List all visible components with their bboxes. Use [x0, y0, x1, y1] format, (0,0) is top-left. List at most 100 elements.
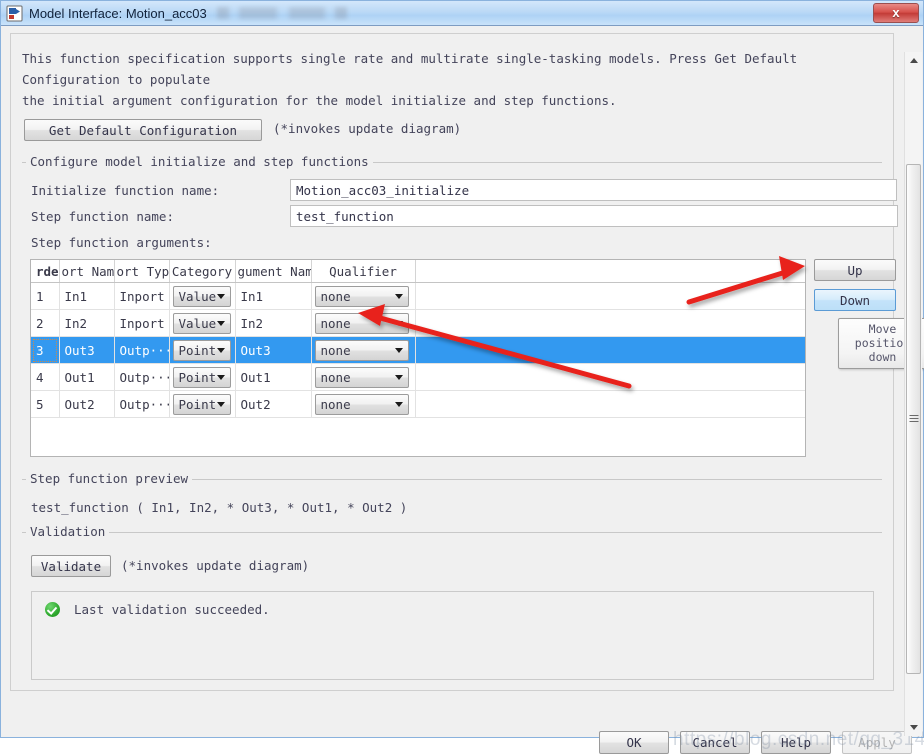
- intro-line-2: the initial argument configuration for t…: [22, 93, 617, 108]
- validate-invokes-note: (*invokes update diagram): [121, 558, 310, 573]
- apply-button: Apply: [842, 731, 912, 754]
- arguments-table: rde ort Nam ort Typ Category gument Nam …: [31, 260, 805, 418]
- step-function-input[interactable]: [290, 205, 898, 227]
- cell-port-name[interactable]: Out3: [59, 336, 115, 364]
- table-row-selected[interactable]: 3 Out3 Outp··· Point Out3 none: [31, 336, 805, 364]
- cell-port-type[interactable]: Outp···: [114, 363, 170, 391]
- qualifier-dropdown[interactable]: none: [314, 285, 409, 307]
- cell-qualifier[interactable]: none: [311, 336, 416, 364]
- arguments-table-container[interactable]: rde ort Nam ort Typ Category gument Nam …: [30, 259, 806, 457]
- cell-argument-name[interactable]: Out3: [235, 336, 312, 364]
- cell-qualifier[interactable]: none: [311, 309, 416, 337]
- cell-category[interactable]: Point: [169, 363, 236, 391]
- cell-order[interactable]: 1: [31, 282, 60, 310]
- cell-category[interactable]: Value: [169, 282, 236, 310]
- chevron-down-icon: [394, 375, 403, 380]
- table-row[interactable]: 5 Out2 Outp··· Point Out2 none: [31, 390, 805, 418]
- cell-port-name[interactable]: Out2: [59, 390, 115, 418]
- cell-qualifier[interactable]: none: [311, 282, 416, 310]
- cell-qualifier[interactable]: none: [311, 363, 416, 391]
- cell-port-type[interactable]: Inport: [114, 309, 170, 337]
- chevron-down-icon: [216, 402, 225, 407]
- cell-port-name[interactable]: In2: [59, 309, 115, 337]
- cell-port-type[interactable]: Inport: [114, 282, 170, 310]
- category-dropdown[interactable]: Value: [172, 312, 231, 334]
- scrollbar-thumb[interactable]: [906, 164, 921, 674]
- get-default-configuration-button[interactable]: Get Default Configuration: [24, 119, 262, 141]
- cell-argument-name[interactable]: In1: [235, 282, 312, 310]
- category-dropdown-value: Value: [178, 288, 217, 304]
- cell-category[interactable]: Point: [169, 390, 236, 418]
- chevron-down-icon: [216, 321, 225, 326]
- table-row[interactable]: 4 Out1 Outp··· Point Out1 none: [31, 363, 805, 391]
- window-content: This function specification supports sin…: [1, 26, 924, 754]
- help-button[interactable]: Help: [761, 731, 831, 754]
- ok-button[interactable]: OK: [599, 731, 669, 754]
- cell-spacer: [415, 363, 805, 391]
- qualifier-dropdown[interactable]: none: [314, 312, 409, 334]
- arguments-table-body: 1 In1 Inport Value In1 none 2 In2 Inport…: [31, 282, 805, 418]
- move-up-button[interactable]: Up: [814, 259, 896, 281]
- category-dropdown-value: Point: [178, 342, 217, 358]
- intro-line-1: This function specification supports sin…: [22, 51, 798, 87]
- window-titlebar: Model Interface: Motion_acc03 x: [1, 1, 923, 26]
- step-arguments-label: Step function arguments:: [31, 235, 212, 250]
- initialize-function-label: Initialize function name:: [31, 183, 220, 198]
- scroll-up-arrow-icon[interactable]: [905, 52, 922, 69]
- column-header-port-type[interactable]: ort Typ: [114, 260, 170, 283]
- initialize-function-input[interactable]: [290, 179, 897, 201]
- category-dropdown[interactable]: Point: [172, 366, 231, 388]
- cell-argument-name[interactable]: Out2: [235, 390, 312, 418]
- cell-order[interactable]: 5: [31, 390, 60, 418]
- cell-port-type[interactable]: Outp···: [114, 390, 170, 418]
- column-header-port-name[interactable]: ort Nam: [59, 260, 115, 283]
- cell-spacer: [415, 390, 805, 418]
- table-row[interactable]: 2 In2 Inport Value In2 none: [31, 309, 805, 337]
- table-header-row: rde ort Nam ort Typ Category gument Nam …: [31, 260, 805, 283]
- cell-port-name[interactable]: In1: [59, 282, 115, 310]
- model-interface-icon: [6, 5, 23, 22]
- cell-category[interactable]: Point: [169, 336, 236, 364]
- column-header-qualifier[interactable]: Qualifier: [311, 260, 416, 283]
- scroll-down-arrow-icon[interactable]: [905, 719, 922, 736]
- cell-argument-name[interactable]: In2: [235, 309, 312, 337]
- qualifier-dropdown-value: none: [320, 342, 351, 358]
- cell-order[interactable]: 4: [31, 363, 60, 391]
- cell-argument-name[interactable]: Out1: [235, 363, 312, 391]
- cell-port-name[interactable]: Out1: [59, 363, 115, 391]
- category-dropdown[interactable]: Point: [172, 393, 231, 415]
- success-check-icon: [45, 602, 60, 617]
- column-header-spacer: [415, 260, 805, 283]
- column-header-argument-name[interactable]: gument Nam: [235, 260, 312, 283]
- move-down-button[interactable]: Down: [814, 289, 896, 311]
- qualifier-dropdown[interactable]: none: [314, 339, 409, 361]
- qualifier-dropdown[interactable]: none: [314, 393, 409, 415]
- category-dropdown[interactable]: Value: [172, 285, 231, 307]
- close-button[interactable]: x: [873, 3, 919, 23]
- chevron-down-icon: [394, 294, 403, 299]
- chevron-down-icon: [394, 402, 403, 407]
- step-function-signature: test_function ( In1, In2, * Out3, * Out1…: [31, 500, 408, 515]
- cell-category[interactable]: Value: [169, 309, 236, 337]
- table-row[interactable]: 1 In1 Inport Value In1 none: [31, 282, 805, 310]
- intro-text: This function specification supports sin…: [22, 48, 880, 111]
- cell-order[interactable]: 3: [31, 336, 60, 364]
- qualifier-dropdown[interactable]: none: [314, 366, 409, 388]
- scrollbar-grip-icon: [909, 415, 918, 423]
- validation-result-box: Last validation succeeded.: [31, 591, 874, 680]
- preview-group-label: Step function preview: [26, 471, 193, 486]
- validate-button[interactable]: Validate: [31, 555, 111, 577]
- category-dropdown[interactable]: Point: [172, 339, 231, 361]
- qualifier-dropdown-value: none: [320, 396, 351, 412]
- column-header-category[interactable]: Category: [169, 260, 236, 283]
- cancel-button[interactable]: Cancel: [680, 731, 750, 754]
- redacted-title-region: [216, 7, 347, 19]
- qualifier-dropdown-value: none: [320, 288, 351, 304]
- cell-qualifier[interactable]: none: [311, 390, 416, 418]
- cell-port-type[interactable]: Outp···: [114, 336, 170, 364]
- category-dropdown-value: Point: [178, 369, 217, 385]
- column-header-order[interactable]: rde: [31, 260, 60, 283]
- vertical-scrollbar[interactable]: [904, 52, 922, 736]
- cell-order[interactable]: 2: [31, 309, 60, 337]
- chevron-down-icon: [216, 294, 225, 299]
